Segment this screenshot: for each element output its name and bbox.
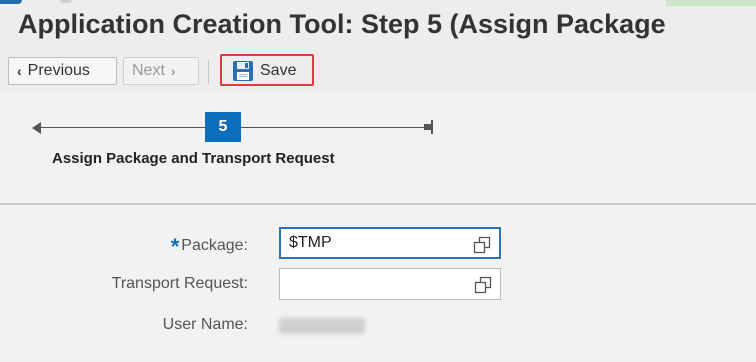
transport-request-input[interactable] bbox=[279, 268, 501, 300]
toolbar-separator bbox=[208, 60, 209, 84]
save-button[interactable]: Save bbox=[226, 57, 312, 85]
floppy-disk-icon bbox=[233, 61, 253, 81]
value-help-icon[interactable] bbox=[473, 236, 491, 254]
package-label: * Package: bbox=[68, 234, 248, 260]
transport-request-label: Transport Request: bbox=[111, 275, 248, 292]
page-title: Application Creation Tool: Step 5 (Assig… bbox=[18, 9, 666, 39]
current-step-label: Assign Package and Transport Request bbox=[52, 150, 335, 167]
previous-button-label: Previous bbox=[27, 62, 90, 79]
window-corner-accent-green bbox=[666, 0, 756, 6]
save-button-label: Save bbox=[260, 62, 297, 79]
chevron-right-icon: › bbox=[170, 63, 176, 79]
required-asterisk: * bbox=[170, 234, 180, 259]
window-corner-accent bbox=[0, 0, 22, 4]
previous-button[interactable]: ‹ Previous bbox=[8, 57, 117, 85]
window-corner-accent-grey bbox=[60, 0, 72, 3]
value-help-icon[interactable] bbox=[474, 276, 492, 294]
package-input-value: $TMP bbox=[289, 234, 332, 251]
package-input[interactable]: $TMP bbox=[279, 227, 501, 259]
arrow-left-icon[interactable] bbox=[32, 122, 41, 134]
current-step-indicator[interactable]: 5 bbox=[205, 112, 241, 142]
package-label-text: Package: bbox=[181, 237, 248, 254]
arrow-end-icon[interactable] bbox=[424, 120, 433, 134]
chevron-left-icon: ‹ bbox=[17, 63, 22, 79]
page-header: Application Creation Tool: Step 5 (Assig… bbox=[0, 0, 756, 92]
wizard-progress: 5 Assign Package and Transport Request bbox=[0, 92, 756, 202]
user-name-value-redacted bbox=[279, 318, 365, 334]
section-divider bbox=[0, 203, 756, 205]
next-button-label: Next bbox=[132, 62, 165, 79]
user-name-label: User Name: bbox=[162, 316, 248, 333]
next-button[interactable]: Next › bbox=[123, 57, 199, 85]
